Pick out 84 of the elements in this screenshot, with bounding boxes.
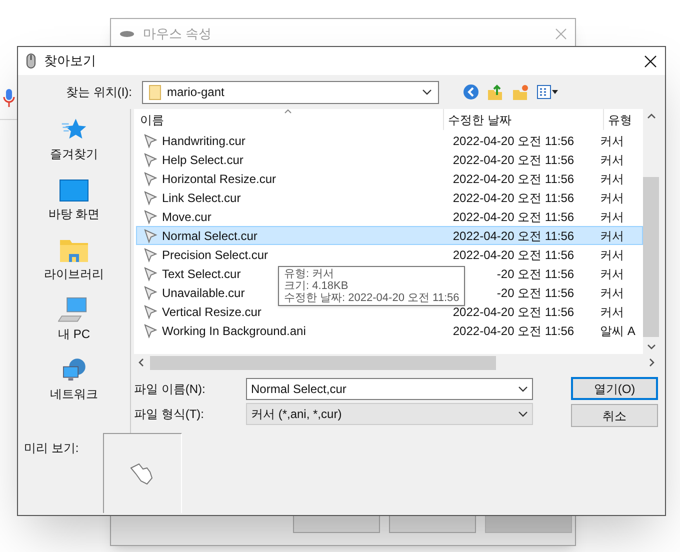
- look-in-dropdown[interactable]: mario-gant: [142, 80, 439, 104]
- close-icon[interactable]: [644, 54, 657, 68]
- cursor-file-icon: [143, 170, 159, 186]
- file-type-dropdown[interactable]: 커서 (*,ani, *,cur): [246, 403, 533, 425]
- preview-label: 미리 보기:: [24, 440, 79, 457]
- cursor-file-icon: [143, 322, 159, 338]
- type-cell-text: 커서: [599, 152, 626, 168]
- back-icon[interactable]: [463, 84, 479, 100]
- dialog-title: 찾아보기: [44, 52, 97, 70]
- folder-icon: [149, 84, 161, 100]
- file-name[interactable]: Precision Select.cur: [162, 246, 268, 264]
- date-cell-text: -20 오전 11:56: [496, 266, 574, 282]
- type-cell-text: 알씨 A: [599, 322, 636, 340]
- column-header[interactable]: 유형: [604, 109, 643, 130]
- place-item[interactable]: 네트워크: [50, 357, 98, 403]
- file-name[interactable]: Unavailable.cur: [162, 284, 245, 302]
- file-name[interactable]: Vertical Resize.cur: [162, 302, 262, 320]
- look-in-label: 찾는 위치(I):: [65, 84, 132, 101]
- microphone-icon: [3, 88, 15, 110]
- mouse-icon: [119, 30, 135, 38]
- column-header[interactable]: 수정한 날짜: [444, 109, 604, 130]
- place-item[interactable]: 바탕 화면: [48, 177, 100, 223]
- sort-up-icon: [284, 109, 292, 114]
- look-in-value: mario-gant: [167, 84, 226, 101]
- type-cell-text: 커서: [599, 284, 626, 302]
- type-cell-text: 커서: [599, 246, 626, 264]
- file-name-field[interactable]: Normal Select,cur: [246, 378, 533, 400]
- date-cell-text: 2022-04-20 오전 11:56: [452, 304, 574, 320]
- file-name[interactable]: Text Select.cur: [162, 264, 241, 282]
- date-cell-text: 2022-04-20 오전 11:56: [452, 152, 574, 168]
- file-name[interactable]: Handwriting.cur: [162, 132, 246, 150]
- scroll-down-icon[interactable]: [646, 344, 656, 350]
- cursor-file-icon: [143, 266, 159, 282]
- tooltip-line: 수정한 날짜: 2022-04-20 오전 11:56: [284, 292, 460, 304]
- file-name[interactable]: Help Select.cur: [162, 150, 244, 168]
- selected-row[interactable]: Normal Select.cur 2022-04-20 오전 11:56 커서: [136, 226, 643, 245]
- date-cell-text: 2022-04-20 오전 11:56: [452, 246, 574, 264]
- dialog-button[interactable]: 취소: [571, 404, 658, 427]
- view-menu-icon[interactable]: [537, 85, 559, 99]
- file-name[interactable]: Move.cur: [162, 208, 212, 226]
- date-cell-text: 2022-04-20 오전 11:56: [452, 228, 574, 244]
- file-name[interactable]: Normal Select.cur: [162, 226, 258, 244]
- type-cell-text: 커서: [599, 190, 626, 206]
- date-cell-text: 2022-04-20 오전 11:56: [452, 322, 574, 340]
- field-label: 파일 형식(T):: [134, 406, 205, 423]
- new-folder-icon[interactable]: [512, 84, 529, 100]
- place-item[interactable]: 내 PC: [58, 297, 90, 343]
- tooltip-line: 유형: 커서: [284, 268, 336, 280]
- date-cell-text: 2022-04-20 오전 11:56: [452, 132, 574, 150]
- cursor-file-icon: [143, 152, 159, 168]
- type-cell-text: 커서: [599, 170, 626, 188]
- date-cell-text: -20 오전 11:56: [496, 284, 574, 302]
- monitor-icon: [59, 179, 89, 203]
- type-cell-text: 커서: [599, 132, 626, 150]
- cursor-file-icon: [143, 228, 159, 244]
- window-title: 마우스 속성: [143, 25, 213, 44]
- place-item[interactable]: 즐겨찾기: [50, 117, 98, 163]
- horizontal-scrollbar[interactable]: [134, 354, 659, 371]
- scroll-up-icon[interactable]: [646, 113, 656, 119]
- file-name[interactable]: Link Select.cur: [162, 188, 241, 206]
- file-name[interactable]: Working In Background.ani: [162, 322, 306, 340]
- dialog-button[interactable]: 열기(O): [571, 377, 658, 400]
- folder-icon: [59, 237, 89, 263]
- date-cell-text: 2022-04-20 오전 11:56: [452, 170, 574, 188]
- cursor-file-icon: [143, 132, 159, 148]
- scroll-left-icon[interactable]: [138, 358, 144, 367]
- mouse-icon: [26, 53, 36, 69]
- column-header[interactable]: 이름: [134, 109, 444, 130]
- field-label: 파일 이름(N):: [134, 381, 206, 398]
- place-item[interactable]: 라이브러리: [44, 237, 104, 283]
- type-cell-text: 커서: [599, 228, 626, 244]
- date-cell-text: 2022-04-20 오전 11:56: [452, 190, 574, 206]
- cursor-file-icon: [143, 190, 159, 206]
- type-cell-text: 커서: [599, 266, 626, 282]
- type-cell-text: 커서: [599, 208, 626, 226]
- cursor-file-icon: [143, 284, 159, 300]
- file-name[interactable]: Horizontal Resize.cur: [162, 170, 276, 188]
- tooltip-line: 크기: 4.18KB: [284, 280, 350, 292]
- date-cell-text: 2022-04-20 오전 11:56: [452, 208, 574, 226]
- cursor-file-icon: [143, 304, 159, 320]
- scroll-right-icon[interactable]: [649, 358, 655, 367]
- type-cell-text: 커서: [599, 304, 626, 320]
- hand-cursor-icon: [129, 462, 156, 486]
- folder-up-icon[interactable]: [487, 84, 504, 100]
